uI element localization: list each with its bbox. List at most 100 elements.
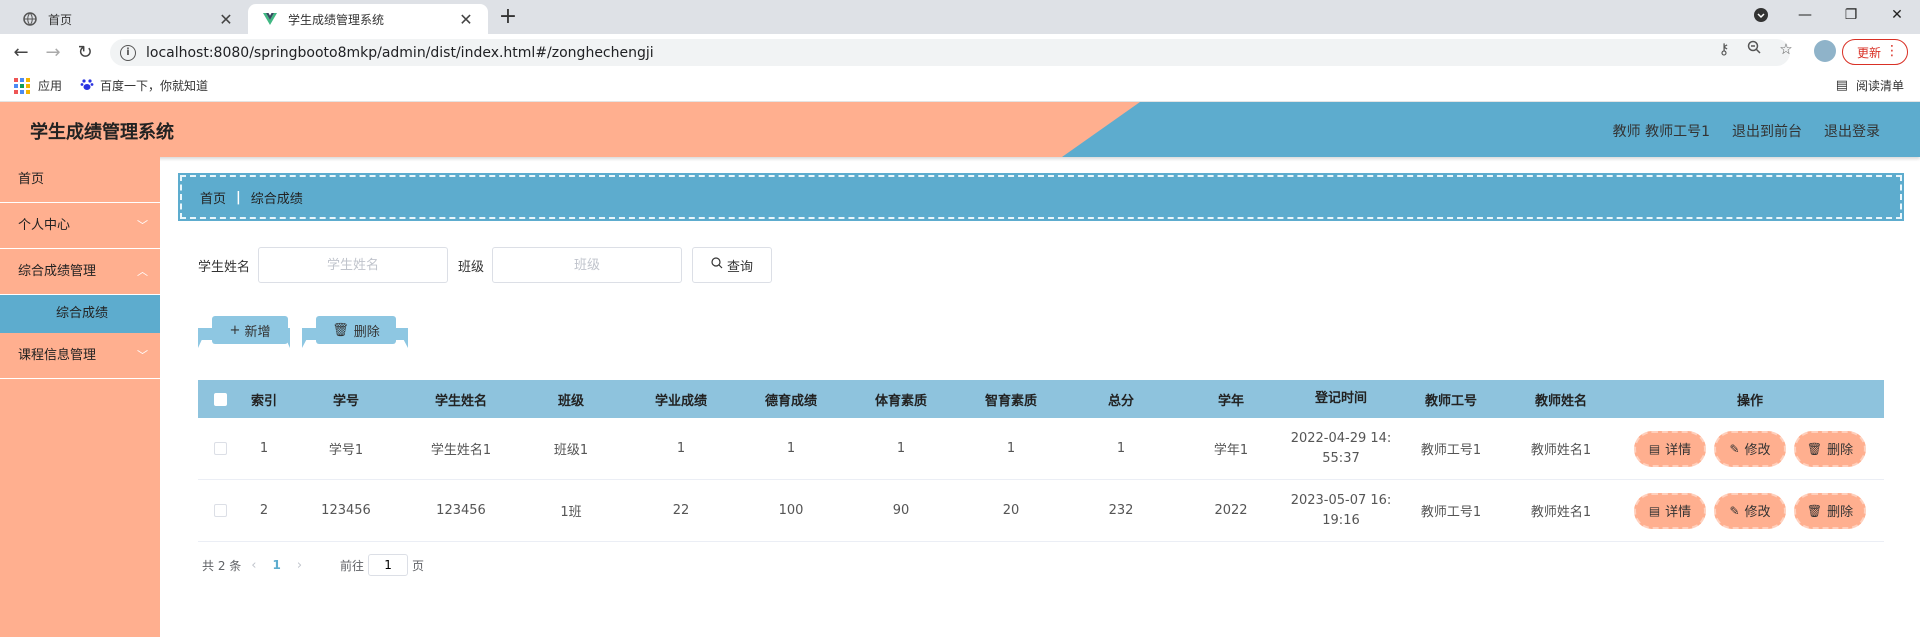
new-tab-icon[interactable]: + xyxy=(496,5,520,29)
table-row: 2 123456 123456 1班 22 100 90 20 232 2022… xyxy=(198,480,1884,542)
cell-student-name: 123456 xyxy=(436,503,486,518)
class-label: 班级 xyxy=(458,259,485,275)
prev-page-icon[interactable]: ‹ xyxy=(251,558,256,573)
cell-operations: ▤ 详情 ✎ 修改 🗑︎ 删除 xyxy=(1616,492,1884,529)
sidebar-subitem-comprehensive-grades[interactable]: 综合成绩 xyxy=(0,295,160,333)
logout-link[interactable]: 退出登录 xyxy=(1824,121,1880,141)
delete-button[interactable]: 🗑︎ 删除 xyxy=(1794,492,1866,529)
update-button[interactable]: 更新 ⋮ xyxy=(1842,39,1908,65)
student-name-input[interactable] xyxy=(258,247,449,283)
add-label: 新增 xyxy=(244,324,271,340)
browser-tab-active[interactable]: 学生成绩管理系统 ✕ xyxy=(248,4,488,34)
site-info-icon[interactable]: i xyxy=(120,44,136,61)
tab-title: 首页 xyxy=(48,12,73,27)
select-all-checkbox[interactable] xyxy=(198,392,242,406)
cell-teacher-id: 教师工号1 xyxy=(1420,443,1482,458)
cell-class: 1班 xyxy=(560,505,582,520)
sidebar-item-home[interactable]: 首页 xyxy=(0,157,160,203)
add-button[interactable]: + 新增 xyxy=(212,316,288,344)
bookmark-baidu[interactable]: 百度一下，你就知道 xyxy=(80,77,208,94)
column-header: 登记时间 xyxy=(1314,391,1367,406)
delete-label: 删除 xyxy=(1827,505,1854,520)
cell-academic: 1 xyxy=(676,441,686,456)
class-input[interactable] xyxy=(492,247,683,283)
sidebar-item-label: 课程信息管理 xyxy=(18,348,97,363)
checkbox-box xyxy=(213,442,227,455)
edit-button[interactable]: ✎ 修改 xyxy=(1714,430,1786,467)
document-icon: ▤ xyxy=(1648,441,1661,456)
next-page-icon[interactable]: › xyxy=(297,558,302,573)
cell-operations: ▤ 详情 ✎ 修改 🗑︎ 删除 xyxy=(1616,430,1884,467)
table-header-row: 索引 学号 学生姓名 班级 学业成绩 德育成绩 体育素质 智育素质 总分 学年 … xyxy=(198,380,1884,418)
delete-label: 删除 xyxy=(1827,443,1854,458)
cell-intellect: 20 xyxy=(1002,503,1020,518)
zoom-icon[interactable] xyxy=(1742,40,1766,58)
tab-search-icon[interactable] xyxy=(1738,0,1784,30)
sidebar-item-personal-center[interactable]: 个人中心 ﹀ xyxy=(0,203,160,249)
row-checkbox[interactable] xyxy=(198,504,242,517)
checkbox-box xyxy=(213,392,227,406)
cell-class: 班级1 xyxy=(553,443,589,458)
close-tab-icon[interactable]: ✕ xyxy=(458,10,474,29)
delete-button[interactable]: 🗑︎ 删除 xyxy=(1794,430,1866,467)
key-icon[interactable]: ⚷ xyxy=(1712,40,1736,58)
url-text: localhost:8080/springbooto8mkp/admin/dis… xyxy=(146,44,654,61)
column-header: 教师姓名 xyxy=(1534,393,1587,409)
trash-icon: 🗑︎ xyxy=(1806,503,1823,518)
column-header: 操作 xyxy=(1736,393,1763,409)
address-bar-row: ← → ↻ i localhost:8080/springbooto8mkp/a… xyxy=(0,34,1920,70)
sidebar-item-grade-management[interactable]: 综合成绩管理 ︿ xyxy=(0,249,160,295)
sidebar-item-course-management[interactable]: 课程信息管理 ﹀ xyxy=(0,333,160,379)
bookmark-apps[interactable]: 应用 xyxy=(14,77,62,94)
goto-page-input[interactable] xyxy=(368,554,409,576)
time-line: 19:16 xyxy=(1322,512,1360,528)
column-header: 学年 xyxy=(1217,393,1244,409)
cell-student-name: 学生姓名1 xyxy=(430,443,492,458)
reading-list[interactable]: ▤ 阅读清单 xyxy=(1836,77,1904,94)
cell-register-time: 2023-05-07 16: 19:16 xyxy=(1286,491,1396,531)
cell-index: 1 xyxy=(259,441,269,456)
query-button[interactable]: 查询 xyxy=(692,247,773,283)
profile-avatar[interactable] xyxy=(1814,40,1836,62)
column-header: 总分 xyxy=(1107,393,1134,409)
column-header: 德育成绩 xyxy=(764,393,817,409)
minimize-icon[interactable]: — xyxy=(1782,0,1828,30)
update-label: 更新 xyxy=(1857,45,1882,60)
sidebar-item-label: 综合成绩 xyxy=(56,306,109,321)
forward-arrow-icon[interactable]: → xyxy=(40,40,66,64)
search-form: 学生姓名 班级 查询 xyxy=(198,247,773,283)
star-icon[interactable]: ☆ xyxy=(1774,40,1798,58)
restore-icon[interactable]: ❐ xyxy=(1828,0,1874,30)
detail-button[interactable]: ▤ 详情 xyxy=(1634,492,1706,529)
cell-year: 学年1 xyxy=(1213,443,1249,458)
batch-delete-button[interactable]: 🗑︎ 删除 xyxy=(316,316,396,344)
bookmarks-bar: 应用 百度一下，你就知道 ▤ 阅读清单 xyxy=(0,70,1920,102)
close-tab-icon[interactable]: ✕ xyxy=(218,10,234,29)
time-line: 2023-05-07 16: xyxy=(1290,492,1392,508)
checkbox-box xyxy=(213,504,227,517)
url-field[interactable]: i localhost:8080/springbooto8mkp/admin/d… xyxy=(110,39,1790,66)
breadcrumb-home[interactable]: 首页 xyxy=(200,188,226,207)
bookmark-label: 百度一下，你就知道 xyxy=(100,79,209,93)
more-menu-icon[interactable]: ⋮ xyxy=(1885,43,1899,59)
search-icon xyxy=(711,257,723,273)
detail-button[interactable]: ▤ 详情 xyxy=(1634,430,1706,467)
browser-tab-home[interactable]: 首页 ✕ xyxy=(8,4,248,34)
edit-button[interactable]: ✎ 修改 xyxy=(1714,492,1786,529)
app-header: 学生成绩管理系统 教师 教师工号1 退出到前台 退出登录 xyxy=(0,102,1920,157)
tab-title: 学生成绩管理系统 xyxy=(288,12,385,27)
cell-student-no: 123456 xyxy=(321,503,371,518)
cell-register-time: 2022-04-29 14: 55:37 xyxy=(1286,429,1396,469)
close-window-icon[interactable]: ✕ xyxy=(1874,0,1920,30)
column-header: 智育素质 xyxy=(984,393,1037,409)
row-checkbox[interactable] xyxy=(198,442,242,455)
cell-academic: 22 xyxy=(672,503,690,518)
back-to-front-link[interactable]: 退出到前台 xyxy=(1732,121,1802,141)
sidebar-item-label: 个人中心 xyxy=(18,218,71,233)
page-number-current[interactable]: 1 xyxy=(272,558,280,572)
goto-label: 前往 xyxy=(340,558,365,573)
edit-label: 修改 xyxy=(1744,443,1771,458)
back-arrow-icon[interactable]: ← xyxy=(8,40,34,64)
cell-year: 2022 xyxy=(1214,503,1248,518)
reload-icon[interactable]: ↻ xyxy=(72,40,98,64)
